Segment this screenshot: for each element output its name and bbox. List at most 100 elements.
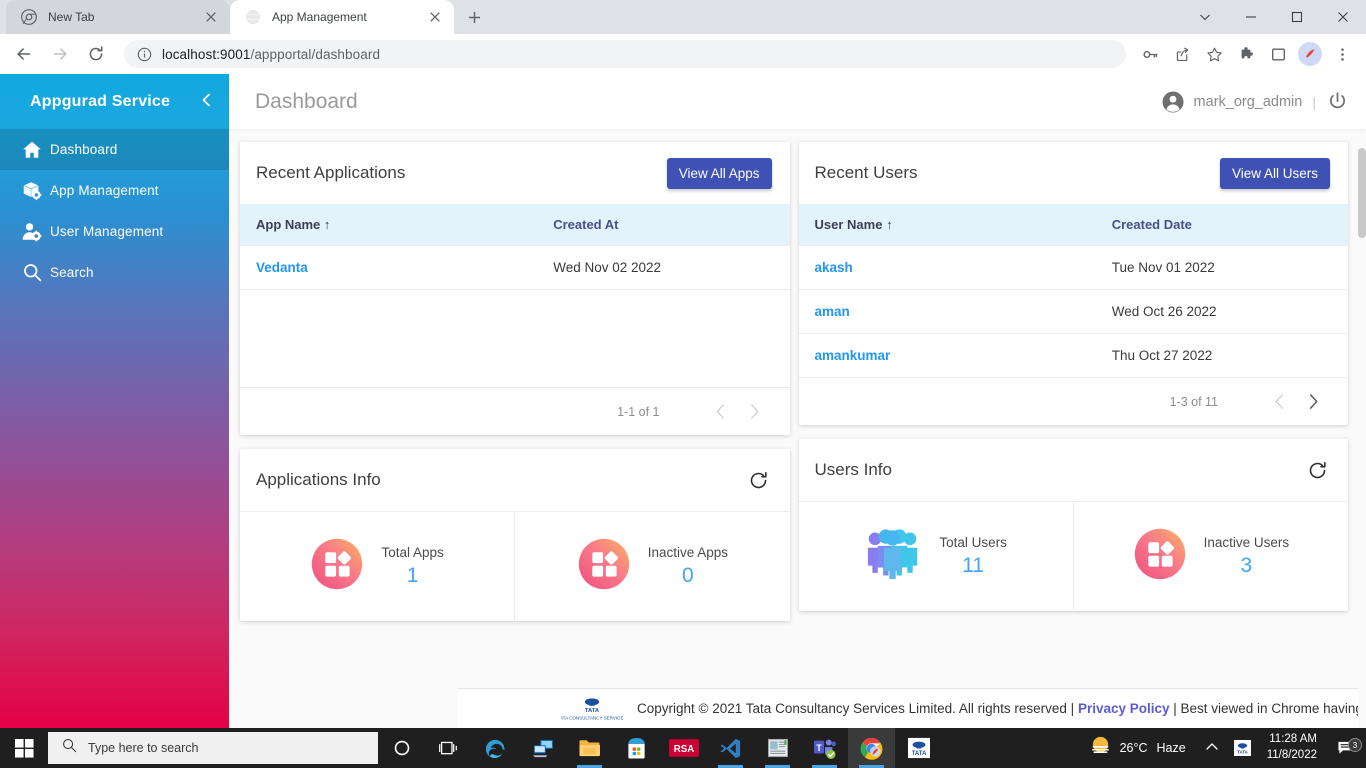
sort-ascending-icon: ↑ — [886, 217, 893, 232]
microsoft-store-icon[interactable] — [613, 728, 660, 768]
notepad-icon[interactable] — [754, 728, 801, 768]
view-all-users-button[interactable]: View All Users — [1219, 157, 1330, 189]
windows-taskbar: Type here to search RSA T TATA 26°C Haze… — [0, 728, 1366, 768]
footer-copyright: Copyright © 2021 Tata Consultancy Servic… — [637, 701, 1366, 716]
address-bar[interactable]: localhost:9001/appportal/dashboard — [124, 40, 1126, 68]
stat-value: 11 — [962, 554, 985, 577]
share-icon[interactable] — [1167, 39, 1197, 69]
applications-stats: Total Apps 1 Inactive Apps 0 — [240, 511, 790, 621]
notifications-icon[interactable]: 3 — [1327, 738, 1366, 757]
card-header: Users Info — [799, 439, 1349, 501]
paginator-previous-button[interactable] — [704, 395, 738, 429]
cell-created-date: Wed Oct 26 2022 — [1111, 289, 1348, 334]
info-circle-icon — [136, 46, 152, 62]
paginator-next-button[interactable] — [1296, 385, 1330, 419]
search-icon — [62, 738, 77, 758]
sidebar-item-label: App Management — [50, 183, 159, 198]
back-arrow-icon[interactable] — [8, 38, 40, 70]
task-view-icon[interactable] — [425, 728, 472, 768]
close-icon[interactable] — [1320, 0, 1366, 34]
edge-icon[interactable] — [472, 728, 519, 768]
column-label: User Name — [814, 217, 883, 232]
column-header-user-name[interactable]: User Name ↑ — [798, 204, 1112, 246]
stat-label: Inactive Users — [1203, 535, 1290, 550]
users-info-card: Users Info Total Users 11 Inactive Users… — [798, 439, 1349, 611]
cortana-circle-icon[interactable] — [378, 728, 425, 768]
user-separator: | — [1312, 93, 1316, 110]
home-icon — [14, 139, 50, 161]
card-title: Users Info — [814, 460, 892, 479]
browser-toolbar: localhost:9001/appportal/dashboard — [0, 34, 1366, 74]
maximize-icon[interactable] — [1274, 0, 1320, 34]
tray-clock[interactable]: 11:28 AM 11/8/2022 — [1257, 732, 1327, 763]
footer-text-after: | Best viewed in Chrome having resolutio… — [1173, 701, 1366, 716]
cell-user-name[interactable]: amankumar — [798, 333, 1112, 377]
card-header: Applications Info — [240, 449, 790, 511]
chevron-down-icon[interactable] — [1182, 0, 1228, 34]
column-header-app-name[interactable]: App Name ↑ — [240, 204, 554, 246]
windows-logo-icon[interactable] — [0, 728, 48, 768]
rsa-icon[interactable]: RSA — [660, 728, 707, 768]
card-title: Recent Applications — [256, 163, 406, 182]
minimize-icon[interactable] — [1228, 0, 1274, 34]
file-explorer-icon[interactable] — [566, 728, 613, 768]
new-tab-button[interactable] — [460, 3, 488, 31]
column-header-created-at[interactable]: Created At — [553, 204, 790, 246]
taskbar-search-box[interactable]: Type here to search — [48, 732, 378, 764]
paginator-next-button[interactable] — [738, 395, 772, 429]
extensions-icon[interactable] — [1231, 39, 1261, 69]
svg-text:TATA: TATA — [1237, 750, 1248, 755]
refresh-icon[interactable] — [746, 467, 772, 493]
recent-users-paginator: 1-3 of 11 — [798, 377, 1348, 425]
paginator-previous-button[interactable] — [1262, 385, 1296, 419]
cell-app-name[interactable]: Vedanta — [240, 245, 554, 289]
chevron-left-icon[interactable] — [197, 93, 217, 111]
browser-toolbar-icons — [1134, 39, 1358, 69]
table-row[interactable]: akash Tue Nov 01 2022 — [798, 245, 1348, 290]
apps-grid-circle-icon — [310, 537, 364, 596]
chevron-up-icon[interactable] — [1196, 742, 1228, 754]
people-group-icon — [864, 528, 922, 585]
sidebar-item-app-management[interactable]: App Management — [0, 170, 229, 211]
recent-users-table: User Name ↑ Created Date akash Tue Nov 0… — [798, 204, 1348, 377]
tray-weather-widget[interactable]: 26°C Haze — [1080, 735, 1196, 761]
power-off-icon[interactable] — [1326, 91, 1348, 113]
scrollbar-thumb[interactable] — [1358, 148, 1366, 238]
vscode-icon[interactable] — [707, 728, 754, 768]
reload-icon[interactable] — [80, 38, 112, 70]
close-icon[interactable] — [202, 8, 220, 26]
table-row[interactable]: Vedanta Wed Nov 02 2022 — [240, 245, 790, 289]
page-title: Dashboard — [255, 89, 358, 113]
applications-info-card: Applications Info Total Apps 1 Inactive … — [240, 449, 790, 621]
tata-tray-icon[interactable]: TATA — [1228, 740, 1257, 756]
cell-user-name[interactable]: akash — [798, 245, 1112, 290]
close-icon[interactable] — [426, 8, 444, 26]
browser-tab-app-management[interactable]: App Management — [230, 0, 454, 34]
remote-desktop-icon[interactable] — [519, 728, 566, 768]
teams-icon[interactable]: T — [801, 728, 848, 768]
browser-tab-new-tab[interactable]: New Tab — [6, 0, 230, 34]
sidepanel-icon[interactable] — [1263, 39, 1293, 69]
view-all-apps-button[interactable]: View All Apps — [666, 157, 772, 189]
card-title: Recent Users — [814, 163, 918, 182]
column-header-created-date[interactable]: Created Date — [1111, 204, 1348, 246]
refresh-icon[interactable] — [1304, 457, 1330, 483]
profile-avatar-icon[interactable] — [1295, 39, 1325, 69]
menu-kebab-icon[interactable] — [1327, 39, 1357, 69]
cell-user-name[interactable]: aman — [798, 289, 1112, 334]
chrome-icon[interactable] — [848, 728, 895, 768]
table-row[interactable]: amankumar Thu Oct 27 2022 — [798, 333, 1348, 377]
table-row[interactable]: aman Wed Oct 26 2022 — [798, 289, 1348, 334]
star-icon[interactable] — [1199, 39, 1229, 69]
forward-arrow-icon — [44, 38, 76, 70]
page-scrollbar[interactable] — [1358, 148, 1366, 728]
stat-text: Total Users 11 — [939, 535, 1007, 578]
privacy-policy-link[interactable]: Privacy Policy — [1078, 701, 1170, 716]
sidebar-item-dashboard[interactable]: Dashboard — [0, 129, 229, 170]
sidebar-item-user-management[interactable]: User Management — [0, 211, 229, 252]
globe-icon — [244, 8, 262, 26]
sidebar-item-search[interactable]: Search — [0, 252, 229, 293]
page-footer: TATA TATA CONSULTANCY SERVICES Copyright… — [458, 688, 1366, 728]
key-icon[interactable] — [1135, 39, 1165, 69]
tata-icon[interactable]: TATA — [895, 728, 942, 768]
